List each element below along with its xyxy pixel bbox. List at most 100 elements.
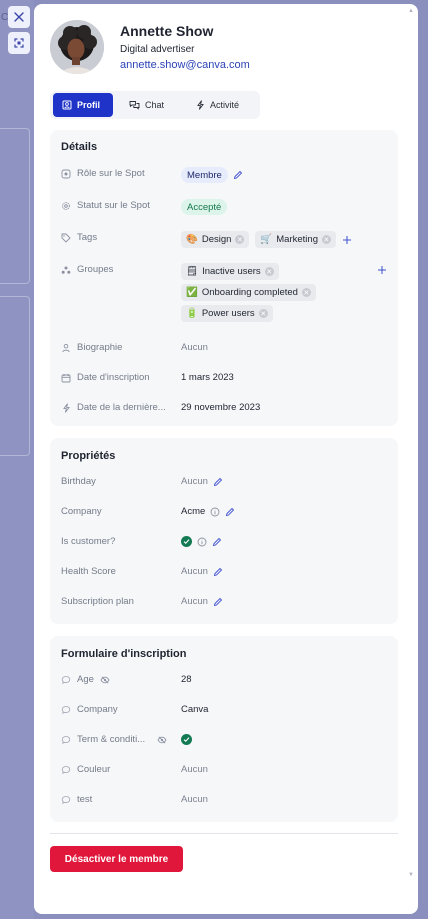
edit-health-icon[interactable]	[213, 567, 223, 577]
tag-emoji: 🎨	[186, 234, 198, 245]
group-chip[interactable]: 🔋 Power users ✕	[181, 305, 273, 322]
terms-label: Term & conditi...	[77, 734, 146, 745]
health-label: Health Score	[61, 566, 116, 577]
edit-customer-icon[interactable]	[212, 537, 222, 547]
tab-label: Profil	[77, 100, 101, 110]
close-icon	[14, 12, 24, 22]
birthday-value: Aucun	[181, 476, 208, 487]
member-email-link[interactable]: annette.show@canva.com	[120, 59, 250, 71]
role-icon	[61, 169, 71, 179]
comment-icon	[61, 675, 71, 685]
last-activity-value: 29 novembre 2023	[181, 402, 261, 413]
test-label: test	[77, 794, 93, 805]
chat-bubbles-icon	[129, 101, 140, 110]
remove-group-icon[interactable]: ✕	[264, 267, 274, 276]
age-label: Age	[77, 674, 94, 685]
color-label: Couleur	[77, 764, 111, 775]
tab-label: Activité	[210, 100, 240, 110]
tab-profil[interactable]: Profil	[53, 93, 113, 117]
edit-plan-icon[interactable]	[213, 597, 223, 607]
avatar	[50, 20, 104, 74]
scroll-up-arrow-icon[interactable]: ▲	[408, 8, 414, 14]
form-title: Formulaire d'inscription	[61, 648, 187, 660]
edit-birthday-icon[interactable]	[213, 477, 223, 487]
groups-icon	[61, 265, 71, 275]
properties-card: Propriétés Birthday Aucun Company Acme I…	[50, 438, 398, 624]
bio-label: Biographie	[77, 342, 123, 353]
remove-group-icon[interactable]: ✕	[258, 309, 268, 318]
tag-chip[interactable]: 🛒 Marketing ✕	[255, 231, 336, 248]
group-chip-label: Onboarding completed	[201, 287, 298, 298]
role-label: Rôle sur le Spot	[77, 168, 145, 179]
remove-tag-icon[interactable]: ✕	[235, 235, 245, 244]
remove-tag-icon[interactable]: ✕	[321, 235, 331, 244]
last-activity-label: Date de la dernière...	[77, 402, 166, 413]
divider	[50, 833, 398, 834]
birthday-label: Birthday	[61, 476, 96, 487]
plan-value: Aucun	[181, 596, 208, 607]
form-card: Formulaire d'inscription Age 28 Company …	[50, 636, 398, 822]
lightning-icon	[197, 100, 204, 110]
status-badge: Accepté	[181, 199, 228, 215]
age-value: 28	[181, 674, 192, 685]
member-job: Digital advertiser	[120, 44, 195, 55]
plan-label: Subscription plan	[61, 596, 134, 607]
remove-group-icon[interactable]: ✕	[301, 288, 311, 297]
calendar-icon	[61, 373, 71, 383]
edit-company-icon[interactable]	[225, 507, 235, 517]
company-label: Company	[61, 506, 102, 517]
add-tag-icon[interactable]	[342, 235, 352, 245]
comment-icon	[61, 795, 71, 805]
test-value: Aucun	[181, 794, 208, 805]
status-gear-icon	[61, 201, 71, 211]
background-page: C	[0, 0, 34, 919]
signup-label: Date d'inscription	[77, 372, 150, 383]
comment-icon	[61, 735, 71, 745]
person-icon	[61, 343, 71, 353]
edit-role-icon[interactable]	[233, 170, 243, 180]
tab-activite[interactable]: Activité	[187, 93, 248, 117]
tab-bar: Profil Chat Activité	[50, 91, 260, 119]
user-card-icon	[62, 100, 72, 110]
details-title: Détails	[61, 141, 98, 153]
lightning-icon	[61, 402, 71, 413]
tag-chip[interactable]: 🎨 Design ✕	[181, 231, 250, 248]
groups-label: Groupes	[77, 264, 114, 275]
comment-icon	[61, 765, 71, 775]
check-icon	[181, 734, 192, 745]
comment-icon	[61, 705, 71, 715]
role-badge: Membre	[181, 167, 228, 183]
tag-chip-label: Design	[201, 234, 232, 245]
form-company-label: Company	[77, 704, 118, 715]
add-group-icon[interactable]	[377, 265, 387, 275]
tag-icon	[61, 233, 71, 243]
group-chip[interactable]: 🗒 Inactive users ✕	[181, 263, 279, 280]
group-emoji: 🗒	[186, 266, 199, 277]
color-value: Aucun	[181, 764, 208, 775]
tab-chat[interactable]: Chat	[120, 93, 173, 117]
group-emoji: ✅	[186, 287, 198, 298]
properties-title: Propriétés	[61, 450, 116, 462]
bio-value: Aucun	[181, 342, 208, 353]
tag-emoji: 🛒	[260, 234, 273, 245]
group-chip[interactable]: ✅ Onboarding completed ✕	[181, 284, 316, 301]
background-card	[0, 128, 30, 284]
info-icon[interactable]	[197, 537, 207, 547]
group-chip-label: Inactive users	[202, 266, 261, 277]
expand-button[interactable]	[8, 32, 30, 54]
tags-label: Tags	[77, 232, 98, 243]
eye-off-icon	[100, 675, 110, 685]
customer-label: Is customer?	[61, 536, 116, 547]
member-panel: Annette Show Digital advertiser annette.…	[34, 4, 418, 914]
close-button[interactable]	[8, 6, 30, 28]
deactivate-member-button[interactable]: Désactiver le membre	[50, 846, 183, 872]
expand-icon	[14, 38, 24, 48]
form-company-value: Canva	[181, 704, 209, 715]
health-value: Aucun	[181, 566, 208, 577]
tab-label: Chat	[145, 100, 165, 110]
signup-value: 1 mars 2023	[181, 372, 234, 383]
info-icon[interactable]	[210, 507, 220, 517]
tag-chip-label: Marketing	[276, 234, 318, 245]
scroll-down-arrow-icon[interactable]: ▼	[408, 872, 414, 878]
group-emoji: 🔋	[186, 308, 198, 319]
